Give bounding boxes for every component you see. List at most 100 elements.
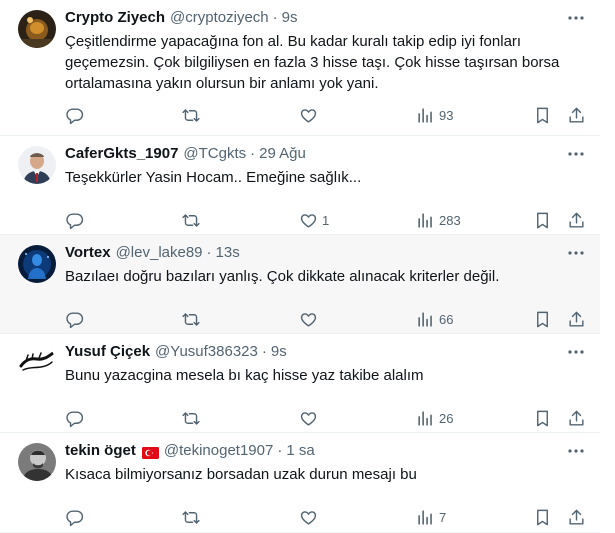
- bookmark-button[interactable]: [533, 105, 552, 125]
- avatar[interactable]: [18, 443, 56, 481]
- avatar[interactable]: [18, 146, 56, 184]
- share-icon: [567, 508, 586, 527]
- action-bar: 66: [65, 309, 586, 329]
- display-name[interactable]: CaferGkts_1907: [65, 144, 178, 164]
- tweet-text: Bazılaeı doğru bazıları yanlış. Çok dikk…: [65, 268, 500, 285]
- retweet-button[interactable]: [181, 309, 201, 329]
- reply-icon: [65, 211, 84, 230]
- reply-feed: Crypto Ziyech @cryptoziyech · 9s Çeşitle…: [0, 0, 600, 533]
- share-icon: [567, 211, 586, 230]
- heart-icon: [299, 310, 318, 329]
- like-button[interactable]: 1: [299, 210, 329, 230]
- user-handle[interactable]: @lev_lake89: [116, 243, 203, 263]
- retweet-button[interactable]: [181, 105, 201, 125]
- tweet[interactable]: tekin öget @tekinoget1907 · 1 sa Kısaca …: [0, 433, 600, 533]
- avatar[interactable]: [18, 245, 56, 283]
- likes-count: 1: [322, 212, 330, 228]
- action-bar: 93: [65, 105, 586, 125]
- reply-button[interactable]: [65, 507, 84, 527]
- tweet-text: Bunu yazacgina mesela bı kaç hisse yaz t…: [65, 367, 424, 384]
- more-icon[interactable]: [566, 342, 586, 362]
- separator-dot: ·: [272, 9, 278, 26]
- timestamp[interactable]: 29 Ağu: [259, 144, 306, 164]
- reply-icon: [65, 310, 84, 329]
- timestamp[interactable]: 1 sa: [286, 441, 314, 461]
- retweet-icon: [181, 211, 201, 230]
- bookmark-button[interactable]: [533, 309, 552, 329]
- like-button[interactable]: [299, 408, 318, 428]
- views-icon: [416, 106, 435, 125]
- tweet-text: Teşekkürler Yasin Hocam.. Emeğine sağlık…: [65, 169, 362, 186]
- share-button[interactable]: [567, 309, 586, 329]
- retweet-icon: [181, 409, 201, 428]
- tweet[interactable]: Vortex @lev_lake89 · 13s Bazılaeı doğru …: [0, 235, 600, 334]
- reply-button[interactable]: [65, 105, 84, 125]
- bookmark-button[interactable]: [533, 507, 552, 527]
- display-name[interactable]: Yusuf Çiçek: [65, 342, 150, 362]
- retweet-button[interactable]: [181, 210, 201, 230]
- like-button[interactable]: [299, 105, 318, 125]
- tweet-text: Çeşitlendirme yapacağına fon al. Bu kada…: [65, 33, 560, 92]
- display-name[interactable]: tekin öget: [65, 441, 136, 461]
- bookmark-icon: [533, 211, 552, 230]
- views-icon: [416, 211, 435, 230]
- user-handle[interactable]: @TCgkts: [183, 144, 246, 164]
- share-button[interactable]: [567, 408, 586, 428]
- views-count: 7: [439, 509, 447, 525]
- action-bar: 26: [65, 408, 586, 428]
- tweet[interactable]: Crypto Ziyech @cryptoziyech · 9s Çeşitle…: [0, 0, 600, 136]
- bookmark-icon: [533, 310, 552, 329]
- more-icon[interactable]: [566, 144, 586, 164]
- bookmark-button[interactable]: [533, 210, 552, 230]
- separator-dot: ·: [206, 244, 212, 261]
- reply-button[interactable]: [65, 210, 84, 230]
- separator-dot: ·: [261, 343, 267, 360]
- display-name[interactable]: Crypto Ziyech: [65, 8, 165, 28]
- views-count: 26: [439, 410, 454, 426]
- views-count: 283: [439, 212, 461, 228]
- avatar[interactable]: [18, 10, 56, 48]
- reply-button[interactable]: [65, 408, 84, 428]
- reply-icon: [65, 508, 84, 527]
- views-button[interactable]: 93: [416, 105, 453, 125]
- retweet-icon: [181, 310, 201, 329]
- more-icon[interactable]: [566, 8, 586, 28]
- user-handle[interactable]: @Yusuf386323: [155, 342, 258, 362]
- reply-icon: [65, 409, 84, 428]
- share-button[interactable]: [567, 105, 586, 125]
- reply-icon: [65, 106, 84, 125]
- views-icon: [416, 409, 435, 428]
- user-handle[interactable]: @cryptoziyech: [170, 8, 269, 28]
- heart-icon: [299, 211, 318, 230]
- display-name[interactable]: Vortex: [65, 243, 111, 263]
- retweet-button[interactable]: [181, 408, 201, 428]
- timestamp[interactable]: 9s: [282, 8, 298, 28]
- retweet-icon: [181, 106, 201, 125]
- retweet-button[interactable]: [181, 507, 201, 527]
- views-button[interactable]: 66: [416, 309, 453, 329]
- bookmark-button[interactable]: [533, 408, 552, 428]
- timestamp[interactable]: 13s: [216, 243, 240, 263]
- avatar[interactable]: [18, 344, 56, 382]
- turkey-flag-icon: [141, 445, 159, 459]
- tweet[interactable]: Yusuf Çiçek @Yusuf386323 · 9s Bunu yazac…: [0, 334, 600, 433]
- share-button[interactable]: [567, 210, 586, 230]
- more-icon[interactable]: [566, 441, 586, 461]
- action-bar: 1 283: [65, 210, 586, 230]
- reply-button[interactable]: [65, 309, 84, 329]
- timestamp[interactable]: 9s: [271, 342, 287, 362]
- like-button[interactable]: [299, 309, 318, 329]
- views-button[interactable]: 26: [416, 408, 453, 428]
- tweet[interactable]: CaferGkts_1907 @TCgkts · 29 Ağu Teşekkür…: [0, 136, 600, 235]
- user-handle[interactable]: @tekinoget1907: [164, 441, 273, 461]
- tweet-text: Kısaca bilmiyorsanız borsadan uzak durun…: [65, 466, 417, 483]
- like-button[interactable]: [299, 507, 318, 527]
- views-icon: [416, 508, 435, 527]
- views-count: 93: [439, 107, 454, 123]
- share-button[interactable]: [567, 507, 586, 527]
- views-button[interactable]: 283: [416, 210, 461, 230]
- share-icon: [567, 106, 586, 125]
- heart-icon: [299, 508, 318, 527]
- more-icon[interactable]: [566, 243, 586, 263]
- views-button[interactable]: 7: [416, 507, 446, 527]
